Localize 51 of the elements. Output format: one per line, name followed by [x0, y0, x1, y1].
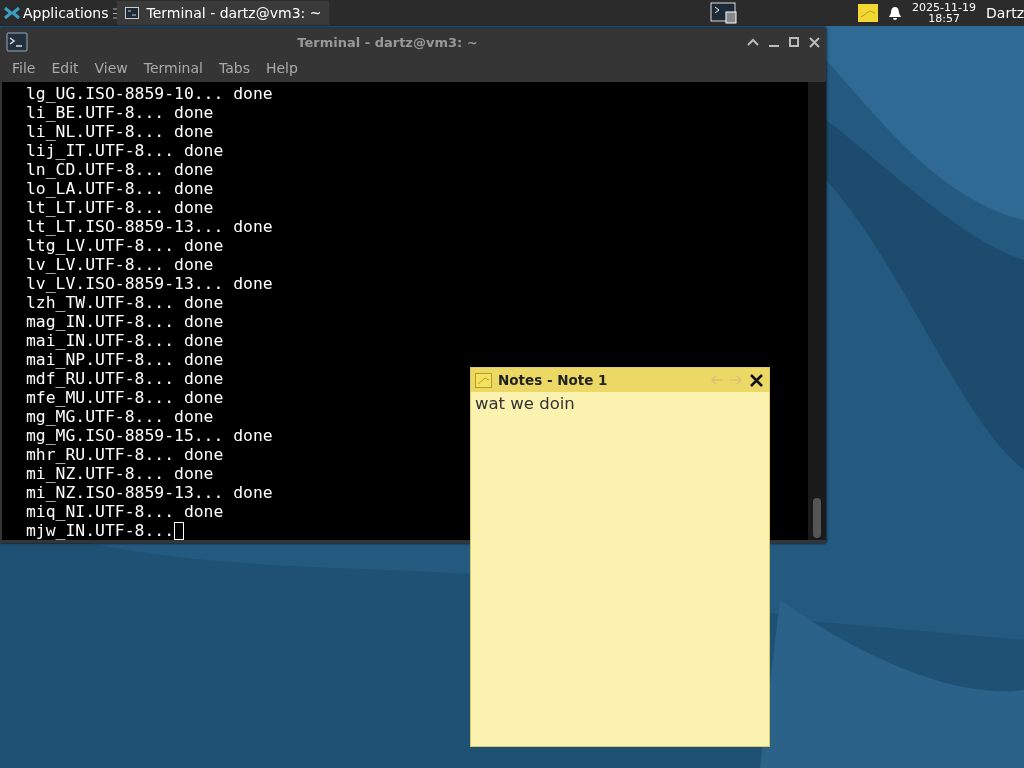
scrollbar[interactable] [808, 82, 826, 540]
terminal-line: lt_LT.UTF-8... done [26, 198, 214, 217]
terminal-line: lv_LV.UTF-8... done [26, 255, 214, 274]
terminal-line: ltg_LV.UTF-8... done [26, 236, 224, 255]
terminal-line: miq_NI.UTF-8... done [26, 502, 224, 521]
terminal-line: mi_NZ.UTF-8... done [26, 464, 214, 483]
terminal-line: mhr_RU.UTF-8... done [26, 445, 224, 464]
terminal-icon [6, 32, 28, 52]
menu-item[interactable]: View [86, 60, 136, 76]
terminal-line: lzh_TW.UTF-8... done [26, 293, 224, 312]
menu-item[interactable]: Terminal [135, 60, 211, 76]
terminal-line: mfe_MU.UTF-8... done [26, 388, 224, 407]
maximize-icon[interactable] [789, 37, 799, 47]
terminal-line: li_BE.UTF-8... done [26, 103, 214, 122]
notes-icon[interactable] [858, 4, 879, 22]
terminal-line: lv_LV.ISO-8859-13... done [26, 274, 273, 293]
window-title: Terminal - dartz@vm3: ~ [296, 34, 479, 50]
terminal-line: li_NL.UTF-8... done [26, 122, 214, 141]
applications-menu[interactable]: Applications [0, 0, 113, 26]
terminal-line: lo_LA.UTF-8... done [26, 179, 214, 198]
note-title: Notes - Note 1 [498, 372, 609, 388]
terminal-line: mi_NZ.ISO-8859-13... done [26, 483, 273, 502]
terminal-line: lt_LT.ISO-8859-13... done [26, 217, 273, 236]
terminal-line: mai_IN.UTF-8... done [26, 331, 224, 350]
terminal-line: mg_MG.UTF-8... done [26, 407, 214, 426]
note-text[interactable]: wat we doin [471, 392, 769, 415]
terminal-icon [124, 7, 139, 19]
app-logo-icon [4, 5, 20, 21]
close-icon[interactable] [750, 373, 763, 387]
taskbar-button[interactable]: Terminal - dartz@vm3: ~ [116, 1, 330, 25]
panel-handle-icon [112, 7, 117, 19]
notification-bell-icon[interactable] [888, 5, 903, 21]
menu-item[interactable]: Help [257, 60, 306, 76]
note-icon [475, 372, 492, 388]
terminal-line: lij_IT.UTF-8... done [26, 141, 224, 160]
menu-item[interactable]: Tabs [210, 60, 258, 76]
workspace-icon[interactable] [710, 2, 739, 24]
terminal-line: mdf_RU.UTF-8... done [26, 369, 224, 388]
terminal-line: lg_UG.ISO-8859-10... done [26, 84, 273, 103]
chevron-up-icon[interactable] [747, 38, 759, 46]
terminal-line: ln_CD.UTF-8... done [26, 160, 214, 179]
terminal-cursor [174, 521, 185, 540]
terminal-line: mai_NP.UTF-8... done [26, 350, 224, 369]
terminal-line: mag_IN.UTF-8... done [26, 312, 224, 331]
terminal-line: mjw_IN.UTF-8... [26, 521, 175, 540]
menu-item[interactable]: File [4, 60, 44, 76]
clock[interactable]: 2025-11-19 18:57 [912, 2, 977, 24]
user-menu[interactable]: Dartz [986, 5, 1024, 21]
terminal-line: mg_MG.ISO-8859-15... done [26, 426, 273, 445]
menu-item[interactable]: Edit [43, 60, 87, 76]
close-icon[interactable] [809, 36, 820, 48]
